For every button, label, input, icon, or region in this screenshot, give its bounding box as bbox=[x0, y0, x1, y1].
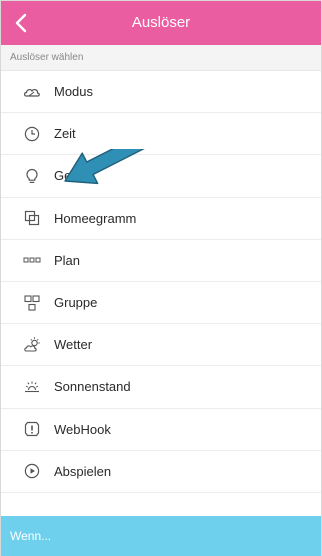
trigger-label-geraet: Gerät bbox=[54, 168, 87, 184]
play-icon bbox=[22, 461, 42, 481]
app-screen: Auslöser Auslöser wählen Modus Zeit Gerä… bbox=[0, 0, 322, 556]
sun-icon bbox=[22, 377, 42, 397]
trigger-item-webhook[interactable]: WebHook bbox=[1, 408, 321, 451]
homeegramm-icon bbox=[22, 208, 42, 228]
plan-icon bbox=[22, 250, 42, 270]
trigger-item-modus[interactable]: Modus bbox=[1, 71, 321, 114]
trigger-label-wetter: Wetter bbox=[54, 337, 93, 353]
chevron-left-icon bbox=[15, 13, 27, 33]
back-button[interactable] bbox=[5, 5, 37, 41]
trigger-label-sonnenstand: Sonnenstand bbox=[54, 379, 131, 395]
trigger-label-webhook: WebHook bbox=[54, 421, 111, 437]
page-title: Auslöser bbox=[131, 14, 191, 31]
trigger-item-wetter[interactable]: Wetter bbox=[1, 324, 321, 367]
cloud-icon bbox=[22, 82, 42, 102]
trigger-list: Modus Zeit Gerät Homeegramm Plan Gruppe … bbox=[1, 71, 321, 493]
trigger-label-gruppe: Gruppe bbox=[54, 295, 98, 311]
trigger-label-homeegramm: Homeegramm bbox=[54, 210, 137, 226]
trigger-item-homeegramm[interactable]: Homeegramm bbox=[1, 197, 321, 240]
trigger-label-abspielen: Abspielen bbox=[54, 463, 112, 479]
wenn-bar[interactable]: Wenn... bbox=[1, 516, 321, 556]
trigger-item-zeit[interactable]: Zeit bbox=[1, 113, 321, 156]
webhook-icon bbox=[22, 419, 42, 439]
lightbulb-icon bbox=[22, 166, 42, 186]
header-bar: Auslöser bbox=[1, 1, 321, 45]
section-label: Auslöser wählen bbox=[1, 45, 321, 71]
trigger-item-abspielen[interactable]: Abspielen bbox=[1, 450, 321, 493]
trigger-item-sonnenstand[interactable]: Sonnenstand bbox=[1, 366, 321, 409]
group-icon bbox=[22, 293, 42, 313]
trigger-label-modus: Modus bbox=[54, 84, 94, 100]
trigger-item-plan[interactable]: Plan bbox=[1, 239, 321, 282]
trigger-item-gruppe[interactable]: Gruppe bbox=[1, 281, 321, 325]
trigger-item-geraet[interactable]: Gerät bbox=[1, 155, 321, 198]
clock-icon bbox=[22, 124, 42, 144]
trigger-label-zeit: Zeit bbox=[54, 126, 76, 142]
trigger-label-plan: Plan bbox=[54, 252, 81, 268]
weather-icon bbox=[22, 335, 42, 355]
